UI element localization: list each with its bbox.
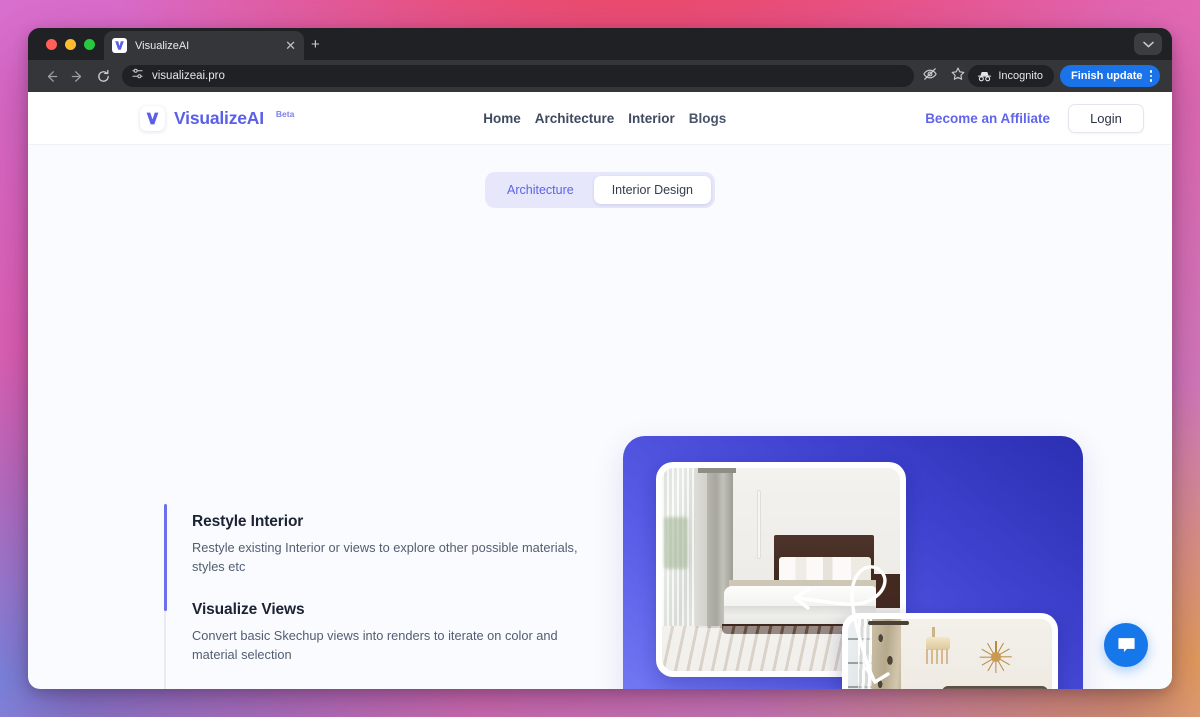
close-window-button[interactable] [46, 39, 57, 50]
segmented-control: Architecture Interior Design [485, 172, 715, 208]
feature-title: Restyle Interior [192, 513, 304, 530]
star-icon[interactable] [950, 66, 966, 87]
web-page: VisualizeAI Beta Home Architecture Inter… [28, 92, 1172, 689]
main-navigation: Home Architecture Interior Blogs [483, 111, 736, 126]
address-bar[interactable]: visualizeai.pro [122, 65, 915, 87]
feature-title: Visualize Views [192, 600, 305, 618]
minimize-window-button[interactable] [65, 39, 76, 50]
browser-tab-strip: VisualizeAI ✕ + [28, 28, 1172, 60]
hero-showcase-panel [623, 436, 1083, 689]
feature-item-restyle-interior[interactable]: Restyle Interior Restyle existing Interi… [164, 504, 594, 611]
incognito-badge[interactable]: Incognito [968, 65, 1054, 87]
nav-item-architecture[interactable]: Architecture [535, 111, 615, 126]
tab-interior-design[interactable]: Interior Design [593, 176, 711, 204]
address-bar-url: visualizeai.pro [152, 70, 225, 82]
site-header: VisualizeAI Beta Home Architecture Inter… [28, 92, 1172, 145]
browser-toolbar: visualizeai.pro Incognito Finish update [28, 60, 1172, 92]
tab-architecture[interactable]: Architecture [489, 176, 592, 204]
after-image-card[interactable] [842, 613, 1058, 689]
browser-tab[interactable]: VisualizeAI ✕ [104, 31, 304, 60]
browser-tab-title: VisualizeAI [135, 39, 190, 52]
brand[interactable]: VisualizeAI Beta [140, 105, 295, 131]
become-affiliate-link[interactable]: Become an Affiliate [925, 111, 1050, 126]
nav-item-home[interactable]: Home [483, 111, 521, 126]
browser-window: VisualizeAI ✕ + visualizeai.pro Incognit… [28, 28, 1172, 689]
feature-description: Convert basic Skechup views into renders… [192, 627, 558, 663]
finish-update-button[interactable]: Finish update [1060, 65, 1160, 87]
feature-item-visualize-views[interactable]: Visualize Views Convert basic Skechup vi… [166, 601, 594, 689]
eye-slash-icon[interactable] [922, 66, 938, 87]
header-actions: Become an Affiliate Login [925, 103, 1144, 133]
feature-description: Restyle existing Interior or views to ex… [192, 540, 578, 575]
mode-switch: Architecture Interior Design [28, 172, 1172, 208]
incognito-hat-icon [977, 70, 992, 83]
sunburst-decor-icon [979, 639, 1014, 674]
maximize-window-button[interactable] [84, 39, 95, 50]
window-controls[interactable] [46, 39, 95, 50]
reload-icon[interactable] [90, 63, 116, 89]
chevron-down-icon[interactable] [1134, 33, 1162, 55]
omnibox-actions [922, 66, 968, 87]
forward-arrow-icon[interactable] [64, 63, 90, 89]
back-arrow-icon[interactable] [38, 63, 64, 89]
login-button[interactable]: Login [1067, 103, 1144, 133]
new-tab-button[interactable]: + [311, 37, 320, 52]
tune-settings-icon[interactable] [131, 67, 144, 85]
nav-item-interior[interactable]: Interior [628, 111, 675, 126]
chat-bubble-icon [1117, 637, 1135, 652]
feature-list: Restyle Interior Restyle existing Interi… [164, 504, 594, 689]
close-icon[interactable]: ✕ [285, 39, 296, 52]
visualizeai-logo-icon [112, 38, 127, 53]
brand-logo-icon [140, 105, 165, 131]
kebab-menu-icon[interactable] [1149, 70, 1152, 82]
finish-update-label: Finish update [1071, 70, 1143, 82]
chat-widget-button[interactable] [1104, 623, 1148, 667]
nav-item-blogs[interactable]: Blogs [689, 111, 727, 126]
after-image [848, 619, 1052, 689]
incognito-label: Incognito [998, 70, 1043, 82]
brand-beta-badge: Beta [275, 108, 295, 119]
brand-name: VisualizeAI [174, 107, 264, 128]
